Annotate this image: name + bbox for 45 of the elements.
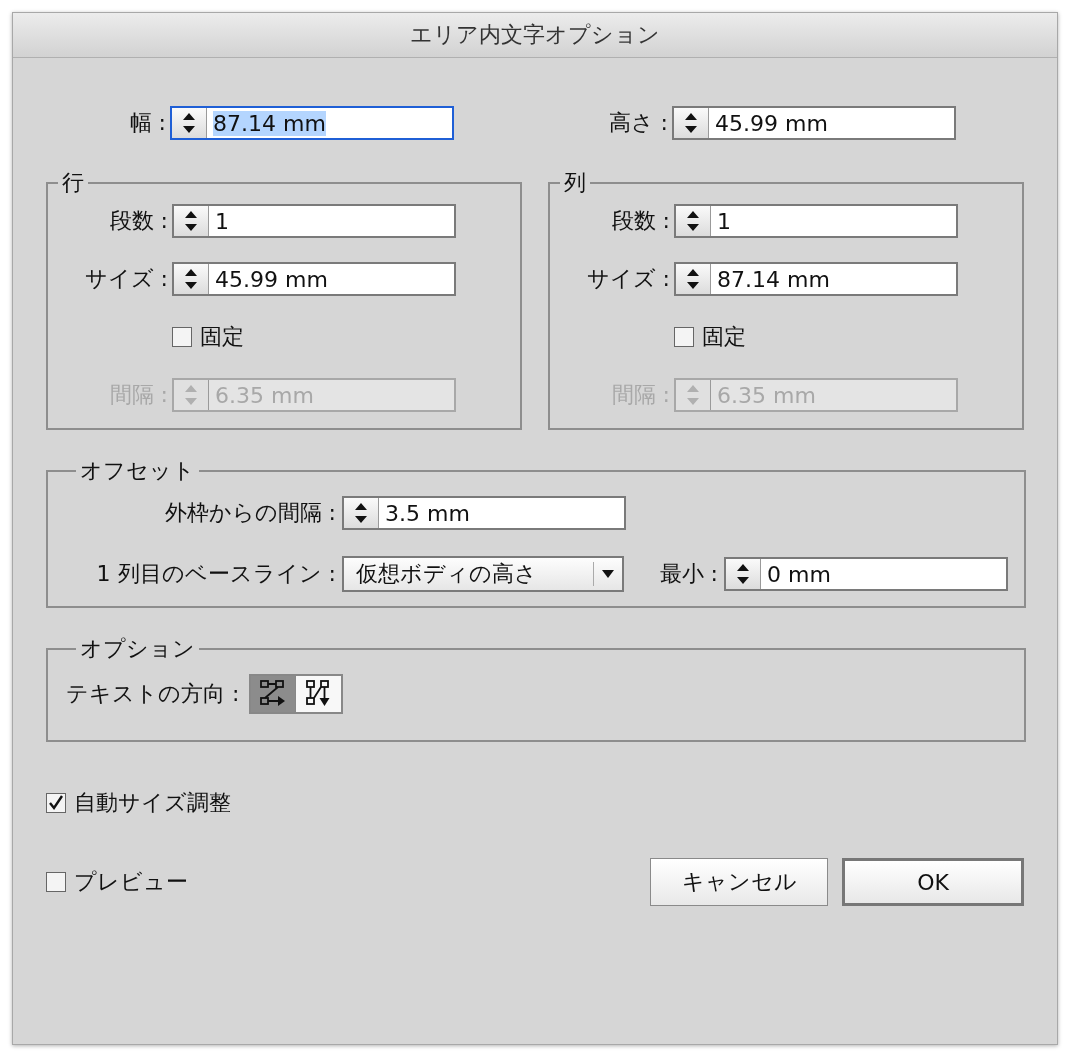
dropdown[interactable]: 仮想ボディの高さ [342, 556, 624, 592]
checkbox-label: 自動サイズ調整 [74, 789, 231, 817]
stepper-arrows-icon[interactable] [174, 206, 209, 236]
field-label: 段数 : [610, 207, 670, 235]
window-title: エリア内文字オプション [410, 21, 660, 49]
stepper-arrows-icon[interactable] [174, 264, 209, 294]
field-label: サイズ : [83, 265, 168, 293]
ok-button[interactable]: OK [842, 858, 1024, 906]
group-title: 列 [563, 169, 587, 197]
group-title: オプション [79, 635, 196, 663]
checkbox[interactable] [46, 793, 66, 813]
checkbox[interactable] [674, 327, 694, 347]
checkbox-label: プレビュー [74, 868, 188, 896]
stepper-arrows-icon[interactable] [172, 108, 207, 138]
stepper-arrows-icon[interactable] [676, 264, 711, 294]
checkbox[interactable] [46, 872, 66, 892]
field-label: 幅 : [128, 109, 166, 137]
text-flow-button[interactable] [251, 676, 297, 712]
spin-field[interactable]: 45.99 mm [672, 106, 956, 140]
spin-field[interactable]: 87.14 mm [170, 106, 454, 140]
field-label: 高さ : [607, 109, 668, 137]
cancel-button[interactable]: キャンセル [650, 858, 828, 906]
text-flow-button[interactable] [296, 676, 342, 712]
field-label: テキストの方向 : [66, 680, 240, 708]
field-label: 1 列目のベースライン : [95, 560, 336, 588]
caret-icon [602, 569, 614, 579]
spin-field[interactable]: 0 mm [724, 557, 1008, 591]
field-label: サイズ : [585, 265, 670, 293]
checkbox[interactable] [172, 327, 192, 347]
checkbox-label: 固定 [200, 323, 244, 351]
spin-field[interactable]: 87.14 mm [674, 262, 958, 296]
checkbox-label: 固定 [702, 323, 746, 351]
stepper-arrows-icon[interactable] [674, 108, 709, 138]
group-title: 行 [61, 169, 85, 197]
field-label: 最小 : [658, 560, 718, 588]
spin-field[interactable]: 3.5 mm [342, 496, 626, 530]
stepper-arrows-icon[interactable] [726, 559, 761, 589]
spin-field[interactable]: 45.99 mm [172, 262, 456, 296]
field-label: 外枠からの間隔 : [163, 499, 336, 527]
stepper-arrows-icon[interactable] [344, 498, 379, 528]
spin-field[interactable]: 1 [674, 204, 958, 238]
field-label: 段数 : [108, 207, 168, 235]
stepper-arrows-icon[interactable] [676, 206, 711, 236]
group-title: オフセット [79, 457, 196, 485]
spin-field[interactable]: 1 [172, 204, 456, 238]
